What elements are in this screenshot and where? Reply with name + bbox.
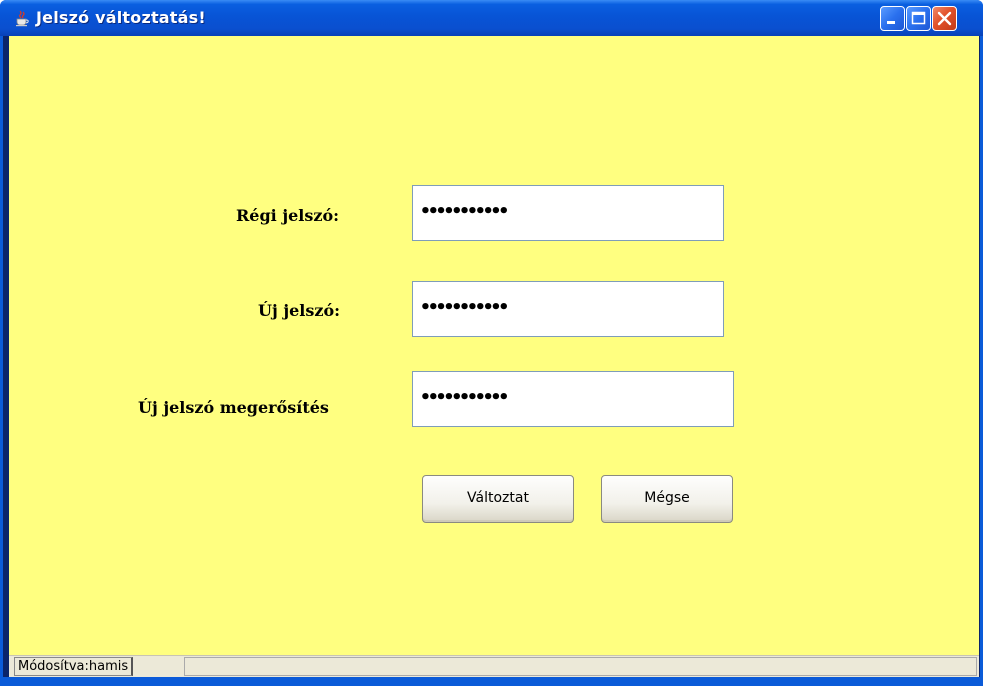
maximize-icon (911, 11, 926, 25)
close-icon (937, 11, 952, 26)
window-bottom-border (3, 677, 983, 686)
old-password-label: Régi jelszó: (236, 206, 340, 225)
maximize-button[interactable] (906, 6, 931, 31)
confirm-password-field[interactable]: ••••••••••• (412, 371, 734, 427)
window-title: Jelszó változtatás! (36, 8, 206, 27)
close-button[interactable] (932, 6, 957, 31)
minimize-icon (887, 21, 895, 24)
title-bar[interactable]: Jelszó változtatás! (0, 0, 983, 36)
change-button[interactable]: Változtat (422, 475, 574, 523)
cancel-button[interactable]: Mégse (601, 475, 733, 523)
old-password-field[interactable]: ••••••••••• (412, 185, 724, 241)
confirm-password-label: Új jelszó megerősítés (138, 398, 329, 417)
status-bar: Módosítva:hamis (9, 655, 979, 678)
status-modified: Módosítva:hamis (14, 657, 134, 676)
form-panel: Régi jelszó: ••••••••••• Új jelszó: ••••… (9, 36, 979, 655)
status-empty-cell (184, 657, 977, 676)
new-password-field[interactable]: ••••••••••• (412, 281, 724, 337)
java-cup-icon (16, 10, 29, 27)
minimize-button[interactable] (880, 6, 905, 31)
password-change-window: Jelszó változtatás! Régi jelszó: •••••••… (0, 0, 983, 686)
new-password-label: Új jelszó: (258, 301, 341, 320)
